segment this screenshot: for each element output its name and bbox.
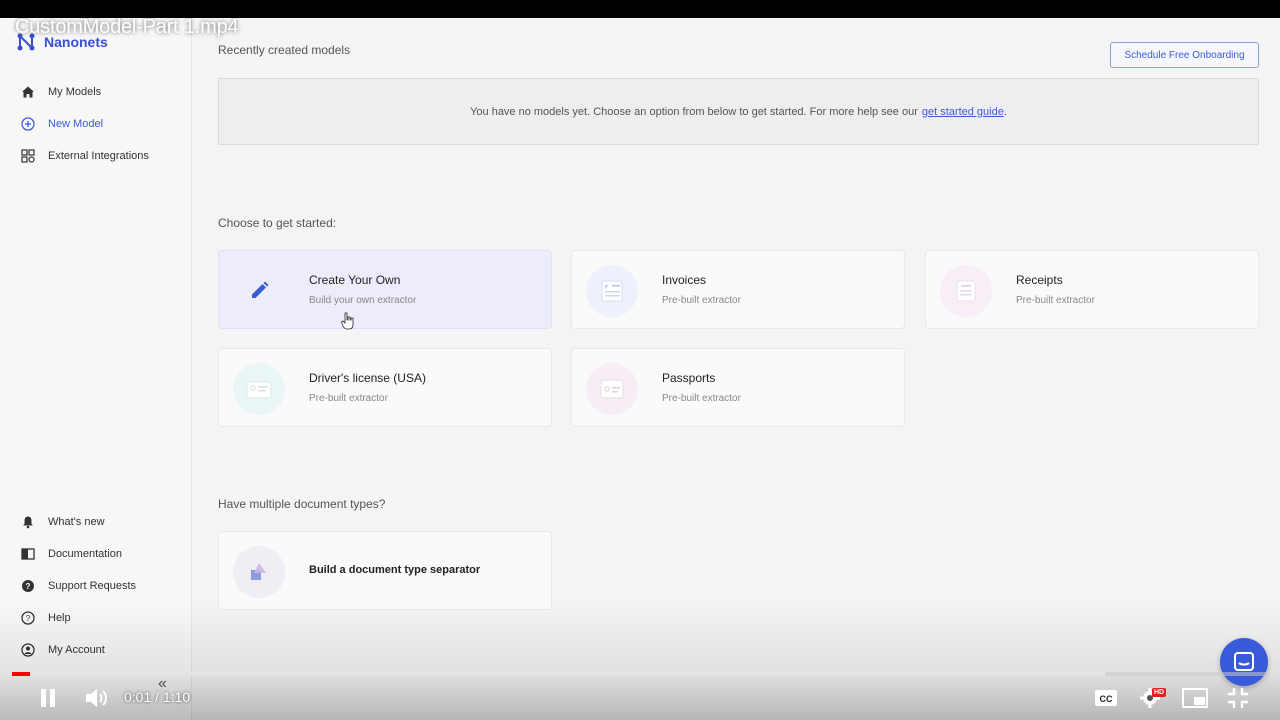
sidebar-item-label: Help <box>48 612 71 624</box>
card-subtitle: Pre-built extractor <box>662 393 741 404</box>
hand-cursor-icon <box>341 312 354 330</box>
played-bar <box>12 672 30 676</box>
video-title: CustomModel-Part 1.mp4 <box>15 16 239 38</box>
sidebar-item-label: Documentation <box>48 548 122 560</box>
svg-text:?: ? <box>26 582 31 591</box>
card-create-your-own[interactable]: Create Your Own Build your own extractor <box>218 250 552 329</box>
plus-circle-icon <box>20 116 36 132</box>
volume-icon <box>86 689 107 707</box>
card-passports[interactable]: Passports Pre-built extractor <box>571 348 905 427</box>
sidebar: Nanonets My Models New Model External In… <box>0 18 192 720</box>
sidebar-item-whats-new[interactable]: What's new <box>0 506 192 538</box>
card-title: Driver's license (USA) <box>309 371 426 385</box>
card-drivers-license[interactable]: Driver's license (USA) Pre-built extract… <box>218 348 552 427</box>
help-icon: ? <box>20 610 36 626</box>
app-frame: Nanonets My Models New Model External In… <box>0 18 1280 720</box>
captions-button[interactable]: CC <box>1092 684 1120 712</box>
main-content: Recently created models Schedule Free On… <box>192 18 1280 720</box>
home-icon <box>20 84 36 100</box>
sidebar-item-label: New Model <box>48 118 104 130</box>
sidebar-nav-top: My Models New Model External Integration… <box>0 76 192 172</box>
passport-icon <box>586 363 638 415</box>
cc-icon: CC <box>1095 690 1117 706</box>
card-title: Passports <box>662 371 716 385</box>
hd-badge: HD <box>1152 688 1167 697</box>
card-subtitle: Build your own extractor <box>309 295 417 306</box>
time-display: 0:01 / 1:10 <box>124 689 191 705</box>
pause-icon <box>41 689 55 707</box>
video-controls: 0:01 / 1:10 CC <box>0 680 1280 716</box>
question-circle-icon: ? <box>20 578 36 594</box>
volume-button[interactable] <box>82 684 112 712</box>
multiple-doc-types-title: Have multiple document types? <box>218 497 386 511</box>
pencil-icon <box>233 265 285 317</box>
sidebar-item-label: External Integrations <box>48 150 149 162</box>
svg-text:?: ? <box>26 614 31 623</box>
card-title: Build a document type separator <box>309 564 481 576</box>
video-progress-bar[interactable] <box>12 672 1268 676</box>
card-subtitle: Pre-built extractor <box>662 295 741 306</box>
sidebar-item-documentation[interactable]: Documentation <box>0 538 192 570</box>
exit-fullscreen-icon <box>1228 688 1248 708</box>
recent-models-title: Recently created models <box>218 43 351 57</box>
chat-widget-button[interactable] <box>1220 638 1268 686</box>
sidebar-item-my-account[interactable]: My Account <box>0 634 192 666</box>
card-subtitle: Pre-built extractor <box>1016 295 1095 306</box>
id-card-icon <box>233 363 285 415</box>
sidebar-item-external-integrations[interactable]: External Integrations <box>0 140 192 172</box>
buffer-bar <box>12 672 1105 676</box>
schedule-onboarding-button[interactable]: Schedule Free Onboarding <box>1110 42 1259 68</box>
sidebar-nav-bottom: What's new Documentation ? Support Reque… <box>0 506 192 666</box>
card-title: Invoices <box>662 273 707 287</box>
card-title: Create Your Own <box>309 273 401 287</box>
miniplayer-icon <box>1182 688 1208 708</box>
sidebar-item-help[interactable]: ? Help <box>0 602 192 634</box>
card-receipts[interactable]: Receipts Pre-built extractor <box>925 250 1259 329</box>
shapes-icon <box>233 546 285 598</box>
sidebar-item-my-models[interactable]: My Models <box>0 76 192 108</box>
pause-button[interactable] <box>34 684 62 712</box>
book-icon <box>20 546 36 562</box>
sidebar-item-label: Support Requests <box>48 580 137 592</box>
apps-icon <box>20 148 36 164</box>
empty-message-suffix: . <box>1003 105 1007 118</box>
card-title: Receipts <box>1016 273 1063 287</box>
card-subtitle: Pre-built extractor <box>309 393 388 404</box>
choose-title: Choose to get started: <box>218 216 337 230</box>
get-started-guide-link[interactable]: get started guide <box>922 106 1004 118</box>
bell-icon <box>20 514 36 530</box>
card-document-type-separator[interactable]: Build a document type separator <box>218 531 552 610</box>
miniplayer-button[interactable] <box>1180 684 1210 712</box>
sidebar-item-label: What's new <box>48 516 105 528</box>
svg-text:CC: CC <box>1100 694 1113 704</box>
empty-models-message: You have no models yet. Choose an option… <box>218 78 1259 145</box>
empty-message-text: You have no models yet. Choose an option… <box>470 105 918 118</box>
card-invoices[interactable]: Invoices Pre-built extractor <box>571 250 905 329</box>
invoice-icon <box>586 265 638 317</box>
receipt-icon <box>940 265 992 317</box>
sidebar-item-label: My Account <box>48 644 105 656</box>
sidebar-item-new-model[interactable]: New Model <box>0 108 192 140</box>
sidebar-item-label: My Models <box>48 86 102 98</box>
sidebar-item-support-requests[interactable]: ? Support Requests <box>0 570 192 602</box>
account-icon <box>20 642 36 658</box>
exit-fullscreen-button[interactable] <box>1224 684 1252 712</box>
